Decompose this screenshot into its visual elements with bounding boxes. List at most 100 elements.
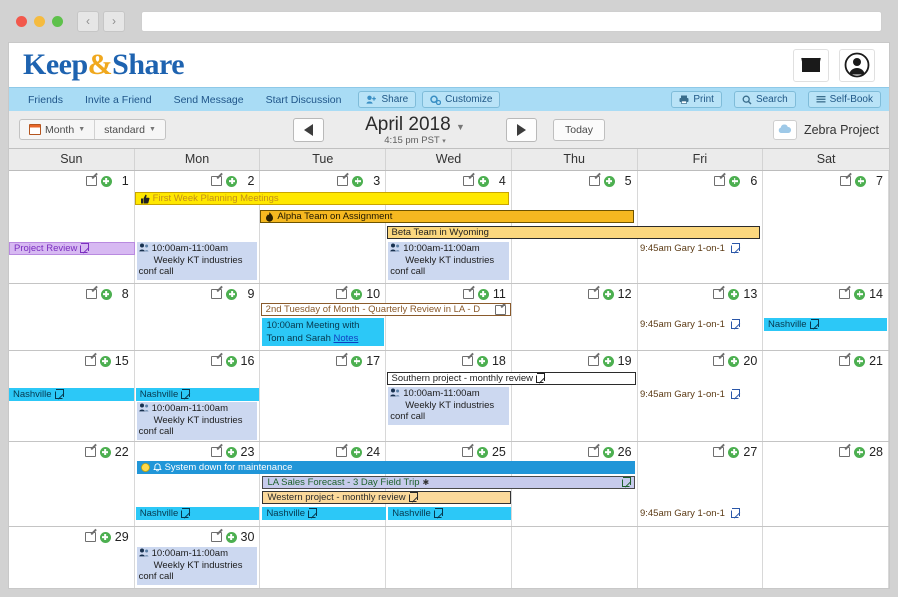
browser-back-button[interactable]: ‹ <box>77 11 99 32</box>
project-name[interactable]: Zebra Project <box>804 123 879 137</box>
edit-day-icon[interactable] <box>462 447 473 457</box>
customize-button[interactable]: Customize <box>422 91 500 108</box>
external-link-icon[interactable] <box>80 245 88 253</box>
edit-day-icon[interactable] <box>713 447 724 457</box>
day-cell-11[interactable]: 11 <box>386 284 512 350</box>
current-time[interactable]: 4:15 pm PST ▾ <box>340 135 490 146</box>
event-weekly-kt-wed[interactable]: 10:00am-11:00amWeekly KT industriesconf … <box>388 387 509 425</box>
add-event-icon[interactable] <box>603 447 614 458</box>
external-link-icon[interactable] <box>409 494 417 502</box>
event-nashville-14[interactable]: Nashville <box>764 318 887 331</box>
event-meeting-tom-sarah[interactable]: 10:00am Meeting withTom and Sarah Notes <box>262 318 383 346</box>
external-link-icon[interactable] <box>622 479 630 487</box>
inbox-button[interactable] <box>793 49 829 82</box>
edit-day-icon[interactable] <box>588 356 599 366</box>
external-link-icon[interactable] <box>536 375 544 383</box>
search-button[interactable]: Search <box>734 91 796 108</box>
notes-link[interactable]: Notes <box>334 333 359 344</box>
day-cell-28[interactable]: 28 <box>763 442 889 526</box>
add-event-icon[interactable] <box>603 289 614 300</box>
add-event-icon[interactable] <box>100 532 111 543</box>
add-event-icon[interactable] <box>351 356 362 367</box>
external-link-icon[interactable] <box>810 321 818 329</box>
edit-day-icon[interactable] <box>336 447 347 457</box>
edit-day-icon[interactable] <box>211 356 222 366</box>
close-window-button[interactable] <box>16 16 27 27</box>
edit-day-icon[interactable] <box>86 289 97 299</box>
day-cell-3[interactable]: 3 <box>260 171 386 283</box>
event-nashville-25[interactable]: Nashville <box>388 507 511 520</box>
event-gary-1on1-fri[interactable]: 9:45am Gary 1-on-1 <box>640 389 739 400</box>
previous-month-button[interactable] <box>293 118 324 142</box>
event-la-sales-forecast[interactable]: LA Sales Forecast - 3 Day Field Trip ✱ <box>262 476 634 489</box>
day-cell-19[interactable]: 19 <box>512 351 638 441</box>
add-event-icon[interactable] <box>226 176 237 187</box>
add-event-icon[interactable] <box>101 176 112 187</box>
edit-event-icon[interactable] <box>495 305 506 315</box>
external-link-icon[interactable] <box>308 510 316 518</box>
day-cell-21[interactable]: 21 <box>763 351 889 441</box>
add-event-icon[interactable] <box>728 356 739 367</box>
share-button[interactable]: Share <box>358 91 416 108</box>
nav-start-discussion[interactable]: Start Discussion <box>255 94 353 106</box>
add-event-icon[interactable] <box>226 532 237 543</box>
event-weekly-kt-mon[interactable]: 10:00am-11:00amWeekly KT industriesconf … <box>137 547 258 585</box>
event-weekly-kt-mon[interactable]: 10:00am-11:00amWeekly KT industriesconf … <box>137 402 258 440</box>
maximize-window-button[interactable] <box>52 16 63 27</box>
edit-day-icon[interactable] <box>211 176 222 186</box>
edit-day-icon[interactable] <box>462 356 473 366</box>
event-quarterly-review[interactable]: 2nd Tuesday of Month - Quarterly Review … <box>261 303 511 316</box>
external-link-icon[interactable] <box>55 391 63 399</box>
add-event-icon[interactable] <box>226 356 237 367</box>
event-beta-team[interactable]: Beta Team in Wyoming <box>387 226 760 239</box>
self-book-button[interactable]: Self-Book <box>808 91 881 108</box>
browser-address-bar[interactable] <box>141 11 882 32</box>
add-event-icon[interactable] <box>854 356 865 367</box>
edit-day-icon[interactable] <box>588 289 599 299</box>
event-nashville-23[interactable]: Nashville <box>136 507 259 520</box>
edit-day-icon[interactable] <box>589 176 600 186</box>
event-nashville-24[interactable]: Nashville <box>262 507 385 520</box>
edit-day-icon[interactable] <box>336 289 347 299</box>
event-weekly-kt-mon[interactable]: 10:00am-11:00amWeekly KT industriesconf … <box>137 242 258 280</box>
event-gary-1on1-fri[interactable]: 9:45am Gary 1-on-1 <box>640 243 739 254</box>
event-nashville-16[interactable]: Nashville <box>136 388 259 401</box>
external-link-icon[interactable] <box>434 510 442 518</box>
edit-day-icon[interactable] <box>713 356 724 366</box>
add-event-icon[interactable] <box>728 447 739 458</box>
day-cell-9[interactable]: 9 <box>135 284 261 350</box>
add-event-icon[interactable] <box>478 289 489 300</box>
event-weekly-kt-wed[interactable]: 10:00am-11:00amWeekly KT industriesconf … <box>388 242 509 280</box>
add-event-icon[interactable] <box>351 289 362 300</box>
add-event-icon[interactable] <box>854 289 865 300</box>
add-event-icon[interactable] <box>477 356 488 367</box>
edit-day-icon[interactable] <box>839 356 850 366</box>
day-cell-17[interactable]: 17 <box>260 351 386 441</box>
add-event-icon[interactable] <box>729 176 740 187</box>
browser-forward-button[interactable]: › <box>103 11 125 32</box>
nav-invite-a-friend[interactable]: Invite a Friend <box>74 94 163 106</box>
add-event-icon[interactable] <box>226 289 237 300</box>
edit-day-icon[interactable] <box>714 176 725 186</box>
edit-day-icon[interactable] <box>211 289 222 299</box>
edit-day-icon[interactable] <box>839 447 850 457</box>
edit-day-icon[interactable] <box>463 289 474 299</box>
day-cell-12[interactable]: 12 <box>512 284 638 350</box>
next-month-button[interactable] <box>506 118 537 142</box>
day-cell-13[interactable]: 13 <box>638 284 764 350</box>
edit-day-icon[interactable] <box>85 356 96 366</box>
edit-day-icon[interactable] <box>337 176 348 186</box>
add-event-icon[interactable] <box>100 447 111 458</box>
external-link-icon[interactable] <box>731 391 739 399</box>
event-project-review[interactable]: Project Review <box>9 242 135 255</box>
event-first-week-planning[interactable]: First Week Planning Meetings <box>135 192 509 205</box>
add-event-icon[interactable] <box>603 356 614 367</box>
edit-day-icon[interactable] <box>211 532 222 542</box>
event-western-project[interactable]: Western project - monthly review <box>262 491 511 504</box>
edit-day-icon[interactable] <box>463 176 474 186</box>
day-cell-29[interactable]: 29 <box>9 527 135 589</box>
month-view-dropdown[interactable]: Month ▼ <box>20 120 94 139</box>
account-button[interactable] <box>839 49 875 82</box>
external-link-icon[interactable] <box>181 391 189 399</box>
edit-day-icon[interactable] <box>713 289 724 299</box>
